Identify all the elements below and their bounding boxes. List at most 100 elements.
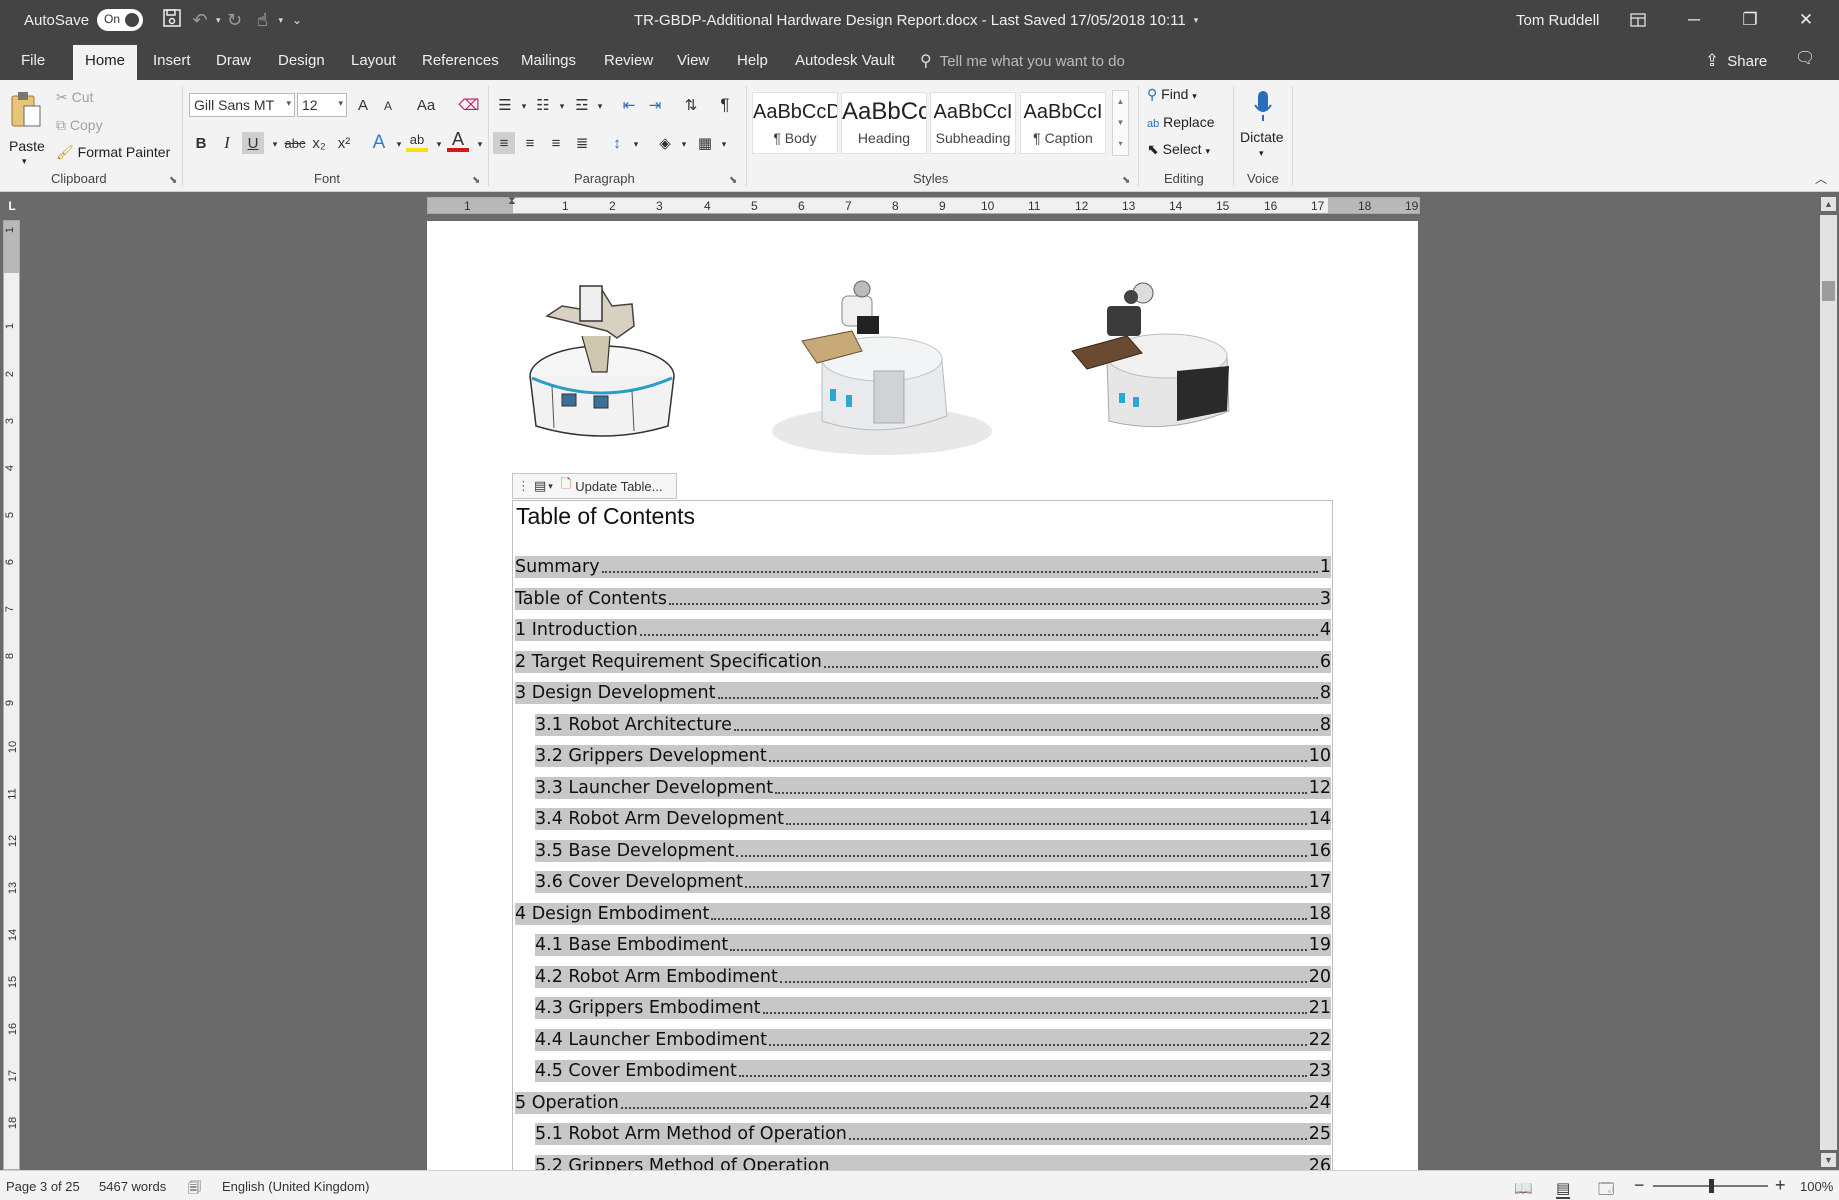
restore-icon[interactable]: ❐	[1722, 0, 1778, 40]
scroll-up-icon[interactable]: ▲	[1821, 197, 1836, 211]
change-case-icon[interactable]: Aa	[413, 94, 439, 116]
underline-icon[interactable]: U	[242, 132, 264, 154]
toc-entry[interactable]: Summary 1	[515, 556, 1331, 578]
paragraph-launcher-icon[interactable]: ⬊	[729, 175, 737, 186]
toc-entry[interactable]: 3.4 Robot Arm Development 14	[535, 808, 1331, 830]
update-table-button[interactable]: 🗋 Update Table...	[561, 475, 663, 497]
autosave-control[interactable]: AutoSave On	[24, 0, 144, 40]
zoom-in-icon[interactable]: +	[1775, 1175, 1786, 1196]
toc-entry[interactable]: 3 Design Development 8	[515, 682, 1331, 704]
tab-review[interactable]: Review	[592, 45, 665, 80]
touch-mode-icon[interactable]: ☝	[249, 10, 277, 31]
style-subheading[interactable]: AaBbCcI Subheading	[930, 92, 1016, 154]
tell-me-search[interactable]: ⚲ Tell me what you want to do	[920, 45, 1125, 77]
paste-button[interactable]: Paste ▾	[6, 88, 46, 168]
increase-indent-icon[interactable]: ⇥	[644, 94, 666, 116]
toc-options-icon[interactable]: ▤	[534, 478, 546, 494]
select-button[interactable]: ⬉ Select ▾	[1147, 141, 1210, 158]
toc-entry[interactable]: 3.2 Grippers Development 10	[535, 745, 1331, 767]
subscript-icon[interactable]: x₂	[308, 132, 330, 154]
tab-help[interactable]: Help	[725, 45, 780, 80]
style-heading[interactable]: AaBbCc Heading	[841, 92, 927, 154]
strikethrough-icon[interactable]: abc	[281, 132, 309, 154]
decrease-indent-icon[interactable]: ⇤	[618, 94, 640, 116]
toc-entry[interactable]: 5 Operation 24	[515, 1092, 1331, 1114]
font-launcher-icon[interactable]: ⬊	[472, 175, 480, 186]
style-body[interactable]: AaBbCcD ¶ Body	[752, 92, 838, 154]
superscript-icon[interactable]: x²	[333, 132, 355, 154]
zoom-slider-thumb[interactable]	[1709, 1179, 1714, 1193]
customize-toolbar-icon[interactable]: ⌄	[283, 13, 311, 27]
document-title-area[interactable]: TR-GBDP-Additional Hardware Design Repor…	[634, 0, 1198, 40]
page-indicator[interactable]: Page 3 of 25	[6, 1179, 80, 1194]
toc-entry[interactable]: 3.1 Robot Architecture 8	[535, 714, 1331, 736]
scroll-thumb[interactable]	[1822, 281, 1835, 301]
shading-dropdown-icon[interactable]: ▾	[673, 133, 695, 155]
document-page[interactable]: ⋮ ▤ ▾ 🗋 Update Table... Table of Content…	[427, 221, 1418, 1171]
paste-dropdown-icon[interactable]: ▾	[22, 156, 27, 167]
justify-icon[interactable]: ≣	[571, 132, 593, 154]
numbering-dropdown-icon[interactable]: ▾	[551, 95, 573, 117]
dictate-button[interactable]: Dictate ▾	[1240, 86, 1286, 166]
tab-autodesk-vault[interactable]: Autodesk Vault	[783, 45, 907, 80]
clipboard-launcher-icon[interactable]: ⬊	[169, 175, 177, 186]
web-layout-icon[interactable]: 🗔	[1598, 1179, 1614, 1200]
bold-icon[interactable]: B	[190, 132, 212, 154]
chevron-down-icon[interactable]: ▾	[548, 481, 553, 492]
share-button[interactable]: ⇪ Share	[1705, 45, 1767, 77]
toc-entry[interactable]: 5.2 Grippers Method of Operation 26	[535, 1155, 1331, 1171]
language-indicator[interactable]: English (United Kingdom)	[222, 1179, 369, 1194]
tab-design[interactable]: Design	[266, 45, 337, 80]
toc-entry[interactable]: 1 Introduction 4	[515, 619, 1331, 641]
minimize-icon[interactable]: ─	[1666, 0, 1722, 40]
horizontal-ruler[interactable]: 1 ⧗ 1 2 3 4 5 6 7 8 9 10 11 12 13 14 15 …	[427, 195, 1420, 214]
font-color-icon[interactable]: A	[447, 129, 469, 152]
save-icon[interactable]	[158, 8, 186, 33]
proofing-icon[interactable]: 🗐	[188, 1179, 201, 1200]
toc-entry[interactable]: 4 Design Embodiment 18	[515, 903, 1331, 925]
align-center-icon[interactable]: ≡	[519, 132, 541, 154]
title-dropdown-icon[interactable]: ▾	[1194, 15, 1199, 26]
text-effects-icon[interactable]: A	[368, 132, 390, 154]
scroll-down-icon[interactable]: ▼	[1113, 112, 1128, 133]
autosave-toggle[interactable]: On	[97, 9, 144, 31]
font-name-combo[interactable]: Gill Sans MT ▾	[189, 93, 295, 117]
tab-selector-icon[interactable]: L	[3, 199, 21, 217]
tab-file[interactable]: File	[9, 45, 57, 80]
grow-font-icon[interactable]: A	[352, 94, 374, 116]
line-spacing-dropdown-icon[interactable]: ▾	[625, 133, 647, 155]
shrink-font-icon[interactable]: A	[377, 95, 399, 117]
read-mode-icon[interactable]: 📖	[1514, 1179, 1533, 1197]
scroll-track[interactable]	[1820, 215, 1837, 1150]
indent-marker-icon[interactable]: ⧗	[508, 195, 516, 208]
tab-layout[interactable]: Layout	[339, 45, 408, 80]
toc-entry[interactable]: 3.3 Launcher Development 12	[535, 777, 1331, 799]
scroll-up-icon[interactable]: ▲	[1113, 91, 1128, 112]
highlight-icon[interactable]: ab	[406, 130, 428, 152]
undo-icon[interactable]: ↶	[186, 10, 214, 31]
toc-entry[interactable]: 4.2 Robot Arm Embodiment 20	[535, 966, 1331, 988]
scroll-down-icon[interactable]: ▼	[1821, 1153, 1836, 1167]
dictate-dropdown-icon[interactable]: ▾	[1259, 148, 1264, 159]
toc-entry[interactable]: 5.1 Robot Arm Method of Operation 25	[535, 1123, 1331, 1145]
tab-home[interactable]: Home	[73, 45, 138, 80]
styles-gallery-scroll[interactable]: ▲ ▼ ▾	[1112, 90, 1129, 156]
styles-launcher-icon[interactable]: ⬊	[1122, 175, 1130, 186]
toc-entry[interactable]: 4.1 Base Embodiment 19	[535, 934, 1331, 956]
zoom-out-icon[interactable]: −	[1634, 1175, 1645, 1196]
toc-entry[interactable]: Table of Contents 3	[515, 588, 1331, 610]
user-name[interactable]: Tom Ruddell	[1516, 12, 1599, 29]
drag-handle-icon[interactable]: ⋮	[517, 478, 530, 494]
zoom-level[interactable]: 100%	[1800, 1179, 1833, 1194]
comments-icon[interactable]: 🗨	[1795, 48, 1815, 68]
format-painter-button[interactable]: 🖌 Format Painter	[56, 144, 170, 161]
toc-entry[interactable]: 3.6 Cover Development 17	[535, 871, 1331, 893]
borders-dropdown-icon[interactable]: ▾	[713, 133, 735, 155]
vertical-ruler[interactable]: 1 1 2 3 4 5 6 7 8 9 10 11 12 13 14 15 16…	[3, 220, 20, 1170]
tab-draw[interactable]: Draw	[204, 45, 263, 80]
toc-entry[interactable]: 4.4 Launcher Embodiment 22	[535, 1029, 1331, 1051]
toc-entry[interactable]: 4.5 Cover Embodiment 23	[535, 1060, 1331, 1082]
replace-button[interactable]: ab Replace	[1147, 114, 1215, 130]
toc-entry[interactable]: 2 Target Requirement Specification 6	[515, 651, 1331, 673]
ribbon-display-options-icon[interactable]	[1610, 0, 1666, 40]
